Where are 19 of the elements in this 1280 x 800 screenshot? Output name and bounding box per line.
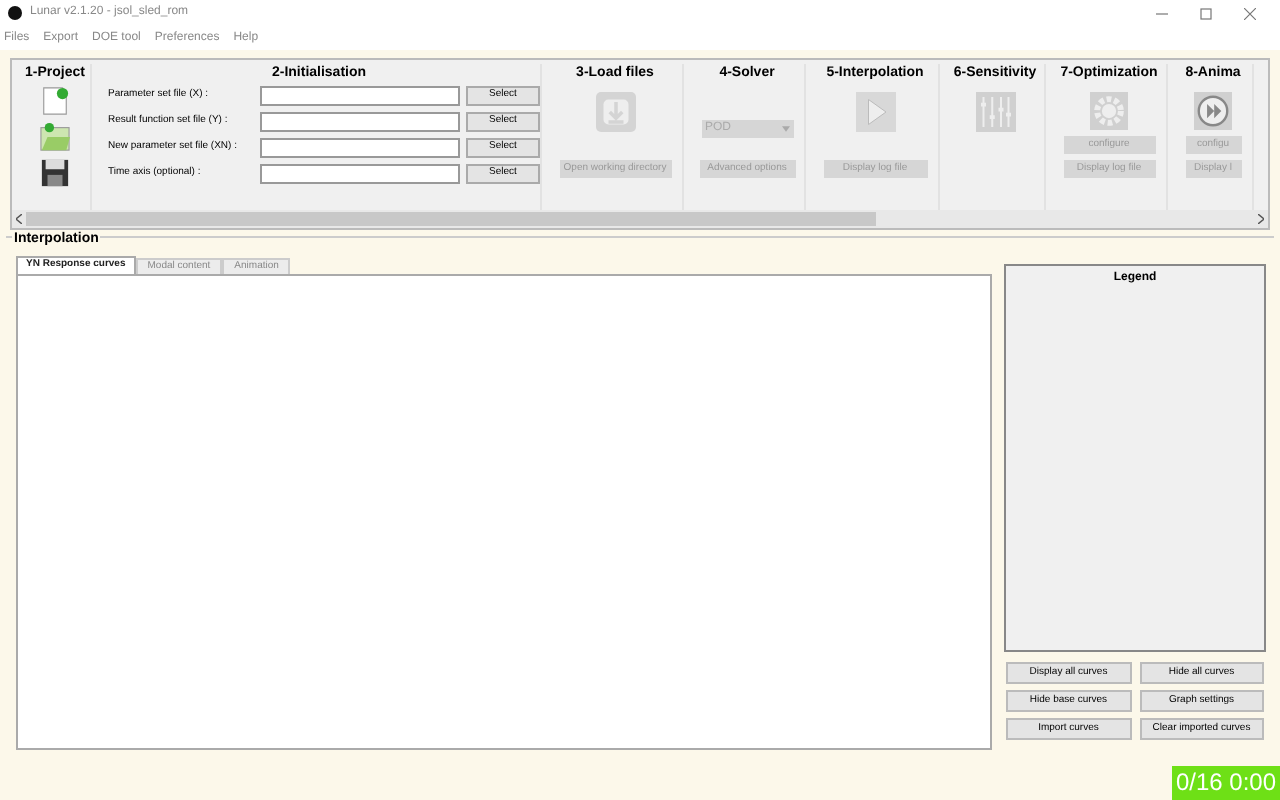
fast-forward-icon[interactable]	[1194, 92, 1232, 130]
horizontal-scrollbar[interactable]	[12, 210, 1268, 228]
new-file-icon[interactable]	[40, 86, 70, 116]
file-path-field[interactable]	[260, 164, 460, 184]
recording-counter: 0/16 0:00	[1171, 766, 1280, 800]
scroll-left-icon[interactable]	[16, 214, 22, 224]
sliders-icon[interactable]	[975, 92, 1015, 132]
scroll-right-icon[interactable]	[1258, 214, 1264, 224]
file-path-field[interactable]	[260, 86, 460, 106]
file-path-field[interactable]	[260, 112, 460, 132]
save-icon[interactable]	[40, 158, 70, 188]
play-icon[interactable]	[855, 92, 895, 132]
scrollbar-thumb[interactable]	[26, 212, 876, 226]
app-logo-icon	[8, 6, 22, 20]
file-path-field[interactable]	[260, 138, 460, 158]
close-icon[interactable]	[1244, 7, 1256, 19]
maximize-icon[interactable]	[1200, 7, 1212, 19]
minimize-icon[interactable]	[1156, 7, 1168, 19]
dropdown-caret-icon	[781, 126, 789, 132]
